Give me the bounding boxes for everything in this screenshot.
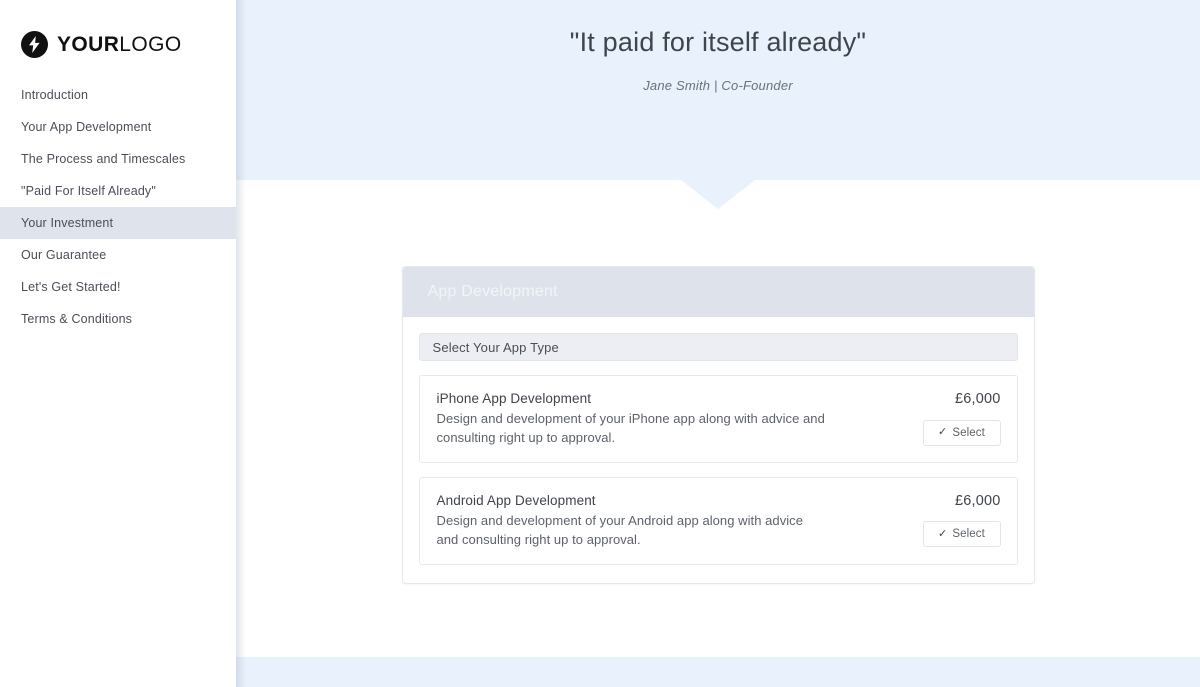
check-icon: ✓ xyxy=(938,426,948,438)
item-description: Design and development of your Android a… xyxy=(436,513,804,547)
item-title: Android App Development xyxy=(436,492,596,508)
sidebar-item-introduction[interactable]: Introduction xyxy=(0,79,236,111)
card-header: App Development xyxy=(402,267,1034,317)
testimonial-quote: "It paid for itself already" xyxy=(569,27,867,57)
sidebar-item-terms-and-conditions[interactable]: Terms & Conditions xyxy=(0,303,236,335)
card-body: Select Your App Type iPhone App Developm… xyxy=(403,317,1034,583)
select-button-label: Select xyxy=(952,426,985,439)
item-side: £6,000 ✓ Select xyxy=(906,492,1001,548)
list-item[interactable]: Android App Development Design and devel… xyxy=(418,476,1018,565)
sidebar-item-your-app-development[interactable]: Your App Development xyxy=(0,111,236,143)
check-icon: ✓ xyxy=(938,527,948,540)
sidebar-item-the-process-and-timescales[interactable]: The Process and Timescales xyxy=(0,143,236,175)
lightning-bolt-icon xyxy=(21,30,48,58)
item-info: iPhone App Development Design and develo… xyxy=(437,390,906,448)
content-area: App Development Select Your App Type iPh… xyxy=(236,180,1200,584)
list-item[interactable]: iPhone App Development Design and develo… xyxy=(418,375,1018,463)
brand-name-light: LOGO xyxy=(119,32,182,56)
item-side: £6,000 ✓ Select xyxy=(906,390,1001,446)
main-content: "It paid for itself already" Jane Smith … xyxy=(236,0,1200,687)
hero-testimonial: "It paid for itself already" Jane Smith … xyxy=(236,0,1200,180)
sidebar: YOURLOGO Introduction Your App Developme… xyxy=(0,0,246,687)
sidebar-item-our-guarantee[interactable]: Our Guarantee xyxy=(0,239,236,271)
item-title: iPhone App Development xyxy=(436,391,592,406)
app-development-card: App Development Select Your App Type iPh… xyxy=(401,266,1035,584)
brand-logo[interactable]: YOURLOGO xyxy=(0,0,236,60)
item-description: Design and development of your iPhone ap… xyxy=(436,411,825,446)
card-title: App Development xyxy=(427,283,558,300)
section-label: Select Your App Type xyxy=(432,339,559,355)
sidebar-nav: Introduction Your App Development The Pr… xyxy=(0,79,236,335)
sidebar-item-your-investment[interactable]: Your Investment xyxy=(0,207,236,239)
brand-name-bold: YOUR xyxy=(57,32,120,56)
item-info: Android App Development Design and devel… xyxy=(437,492,906,550)
sidebar-item-lets-get-started[interactable]: Let's Get Started! xyxy=(0,271,236,303)
section-header-select-app-type: Select Your App Type xyxy=(418,333,1018,361)
testimonial-author: Jane Smith | Co-Founder xyxy=(643,78,793,94)
footer-band xyxy=(236,657,1200,687)
select-button[interactable]: ✓ Select xyxy=(922,521,1001,548)
select-button-label: Select xyxy=(952,528,985,541)
select-button[interactable]: ✓ Select xyxy=(922,419,1001,446)
item-price: £6,000 xyxy=(954,492,1001,509)
sidebar-item-paid-for-itself-already[interactable]: "Paid For Itself Already" xyxy=(0,175,236,207)
page-root: YOURLOGO Introduction Your App Developme… xyxy=(0,0,1200,687)
item-price: £6,000 xyxy=(954,391,1001,407)
brand-name: YOURLOGO xyxy=(57,34,182,55)
